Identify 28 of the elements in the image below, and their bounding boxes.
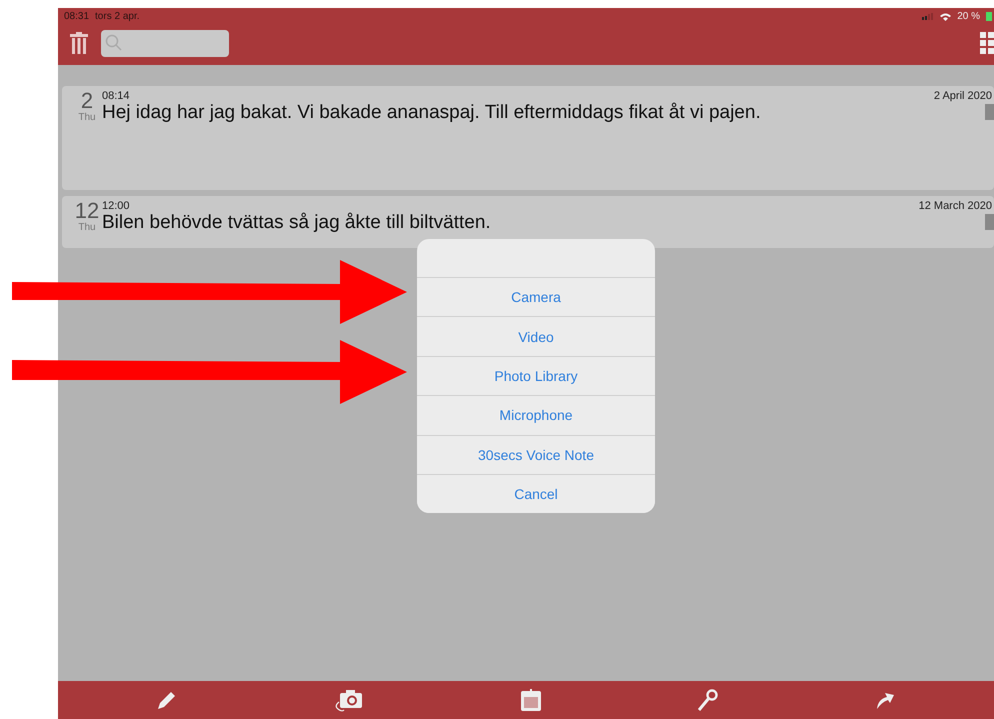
entry-text: Bilen behövde tvättas så jag åkte till biltvätten. [102, 212, 491, 234]
entry-text: Hej idag har jag bakat. Vi bakade ananaspaj. Till eftermiddags fikat åt vi pajen. [102, 102, 761, 124]
entry-weekday: Thu [78, 112, 96, 123]
attachment-marker-icon [985, 104, 994, 120]
attachment-marker-icon [985, 214, 994, 230]
wrench-icon[interactable] [698, 689, 718, 711]
calendar-icon[interactable] [520, 689, 541, 711]
entry-date: 12 March 2020 [918, 200, 992, 212]
entry-day: 2 [80, 90, 94, 112]
status-time: 08:31 [64, 11, 90, 22]
entry-date: 2 April 2020 [934, 90, 992, 102]
trash-icon[interactable] [70, 32, 88, 54]
entry-time: 12:00 [102, 200, 130, 212]
grid-icon[interactable] [980, 32, 994, 54]
entry-time: 08:14 [102, 90, 130, 102]
battery-percent: 20 % [957, 11, 980, 22]
search-icon [105, 34, 123, 52]
pencil-icon[interactable] [156, 690, 177, 710]
sheet-option[interactable]: Cancel [417, 474, 655, 514]
status-date: tors 2 apr. [95, 11, 140, 22]
battery-icon [986, 12, 992, 21]
camera-icon[interactable] [334, 688, 364, 712]
search-field[interactable] [101, 30, 229, 56]
signal-icon [922, 13, 934, 20]
share-arrow-icon[interactable] [875, 690, 896, 710]
entry-weekday: Thu [78, 222, 96, 233]
entry-day: 12 [74, 200, 100, 222]
wifi-icon [940, 12, 952, 20]
